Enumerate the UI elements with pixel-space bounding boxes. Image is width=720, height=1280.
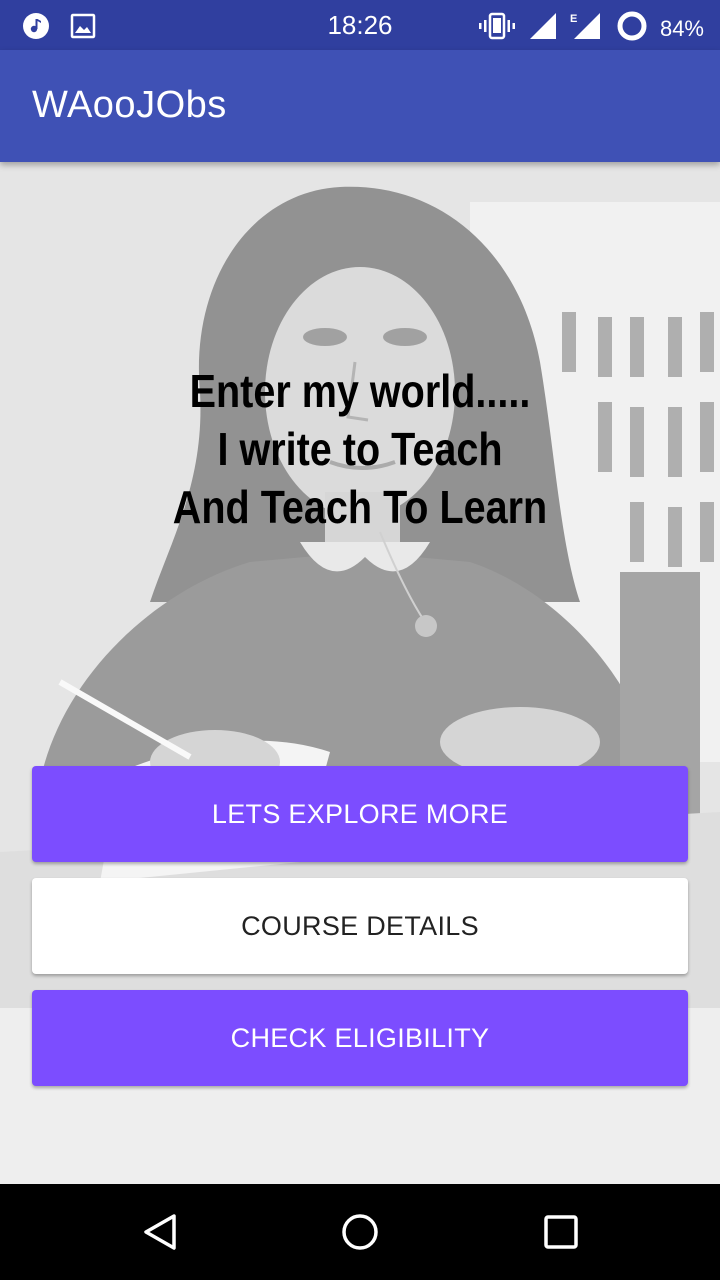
app-title: WAooJObs bbox=[32, 84, 227, 126]
svg-text:E: E bbox=[570, 13, 577, 25]
battery-percent: 84% bbox=[659, 15, 704, 41]
signal-e-icon: E bbox=[570, 11, 604, 46]
home-icon[interactable] bbox=[340, 1212, 380, 1257]
app-bar: WAooJObs bbox=[0, 50, 720, 162]
back-icon[interactable] bbox=[140, 1212, 180, 1257]
lets-explore-more-button[interactable]: LETS EXPLORE MORE bbox=[32, 766, 688, 862]
navigation-bar bbox=[0, 1184, 720, 1280]
check-eligibility-button[interactable]: CHECK ELIGIBILITY bbox=[32, 990, 688, 1086]
quote-line-3: And Teach To Learn bbox=[172, 481, 548, 533]
quote-line-2: I write to Teach bbox=[217, 423, 503, 475]
signal-icon bbox=[528, 11, 558, 46]
status-bar: 18:26 E 84% bbox=[0, 0, 720, 50]
battery-circle-icon bbox=[616, 10, 648, 47]
vibrate-icon bbox=[478, 12, 516, 45]
status-right-icons: E 84% bbox=[478, 10, 704, 47]
quote-line-1: Enter my world..... bbox=[189, 365, 531, 417]
course-details-button[interactable]: COURSE DETAILS bbox=[32, 878, 688, 974]
recents-icon[interactable] bbox=[542, 1212, 580, 1257]
hero-quote: Enter my world..... I write to Teach And… bbox=[50, 362, 669, 536]
